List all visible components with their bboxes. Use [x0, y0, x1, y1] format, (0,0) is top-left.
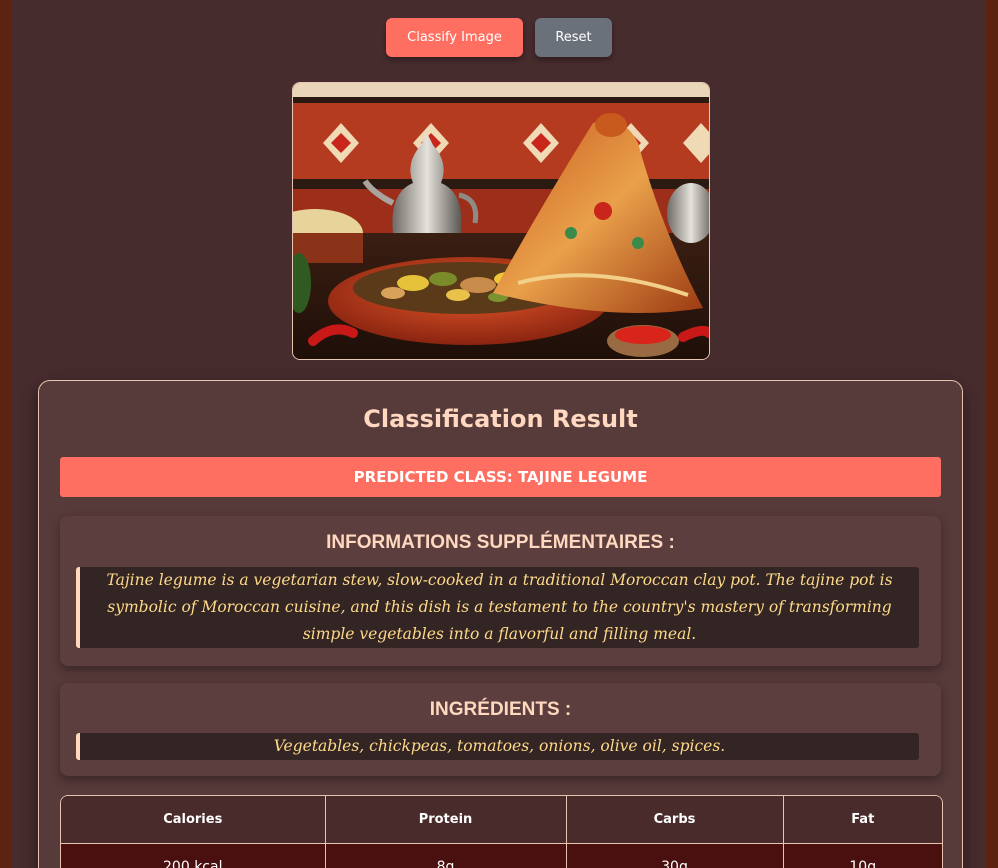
nutrition-value-fat: 10g [783, 843, 942, 868]
result-title: Classification Result [363, 405, 638, 433]
nutrition-header-calories: Calories [61, 796, 326, 844]
predicted-class-banner: PREDICTED CLASS: TAJINE LEGUME [60, 457, 941, 497]
nutrition-value-carbs: 30g [566, 843, 784, 868]
uploaded-image [292, 82, 710, 360]
toolbar: Classify Image Reset [12, 18, 986, 57]
ingredients-heading: INGRÉDIENTS : [429, 699, 572, 720]
nutrition-value-calories: 200 kcal [61, 843, 326, 868]
additional-info-heading: INFORMATIONS SUPPLÉMENTAIRES : [326, 532, 675, 553]
page: Classify Image Reset Classification Resu… [12, 0, 986, 868]
nutrition-header-row: Calories Protein Carbs Fat [61, 796, 942, 844]
ingredients-card: INGRÉDIENTS : Vegetables, chickpeas, tom… [60, 683, 941, 776]
nutrition-header-fat: Fat [783, 796, 942, 844]
nutrition-table: Calories Protein Carbs Fat 200 kcal 8g 3… [60, 795, 943, 868]
tajine-photo-illustration [293, 83, 709, 359]
nutrition-header-protein: Protein [325, 796, 567, 844]
reset-button[interactable]: Reset [535, 18, 612, 57]
classify-image-button[interactable]: Classify Image [386, 18, 523, 57]
additional-info-card: INFORMATIONS SUPPLÉMENTAIRES : Tajine le… [60, 516, 941, 666]
ingredients-text: Vegetables, chickpeas, tomatoes, onions,… [76, 733, 919, 760]
nutrition-header-carbs: Carbs [566, 796, 784, 844]
classification-result-panel: Classification Result PREDICTED CLASS: T… [38, 380, 963, 868]
nutrition-value-row: 200 kcal 8g 30g 10g [61, 843, 942, 868]
nutrition-value-protein: 8g [325, 843, 567, 868]
additional-info-text: Tajine legume is a vegetarian stew, slow… [76, 567, 919, 648]
